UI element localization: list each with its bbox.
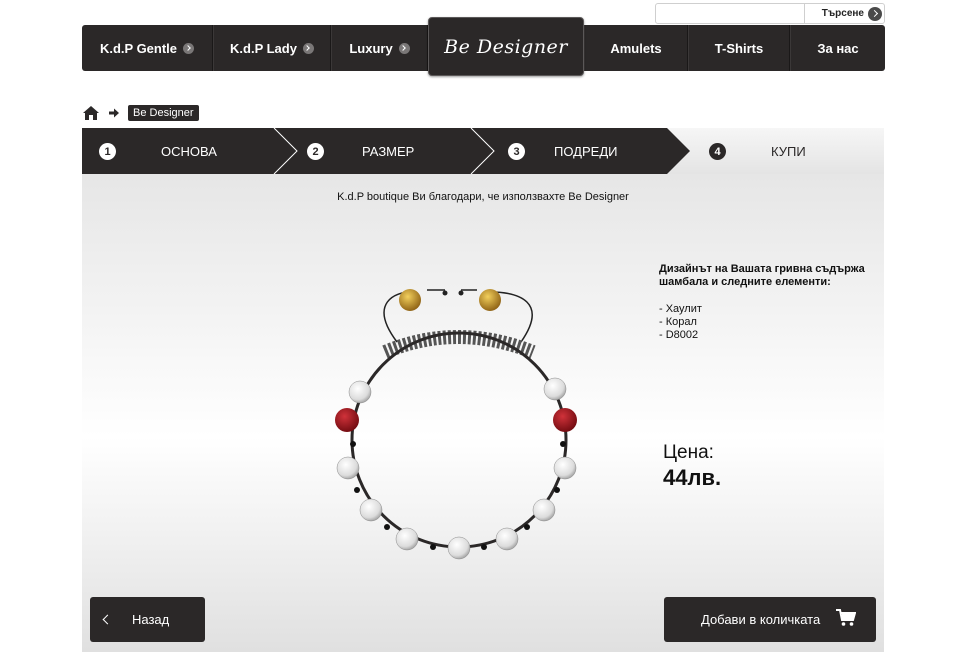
nav-item-label: За нас (817, 40, 859, 56)
gold-bead (479, 289, 501, 311)
be-designer-logo: Be Designer (444, 35, 568, 58)
nav-item-tshirts[interactable]: T-Shirts (688, 25, 790, 71)
nav-item-lady[interactable]: K.d.P Lady (213, 25, 331, 71)
thanks-text: K.d.P boutique Ви благодари, че използва… (337, 191, 629, 203)
back-button[interactable]: Назад (90, 597, 205, 642)
step-size[interactable]: 2 РАЗМЕР (280, 128, 477, 174)
step-base[interactable]: 1 ОСНОВА (82, 128, 280, 174)
price-label: Цена: (663, 442, 714, 463)
howlite-bead (553, 456, 577, 480)
nav-item-label: T-Shirts (714, 40, 764, 56)
step-number: 3 (508, 143, 525, 160)
description-title: Дизайнът на Вашата гривна съдържа шамбал… (659, 263, 865, 288)
step-label: ОСНОВА (161, 144, 217, 159)
step-arrange[interactable]: 3 ПОДРЕДИ (477, 128, 673, 174)
elements-list: - Хаулит - Корал - D8002 (659, 303, 874, 342)
bracelet-image (335, 289, 577, 560)
add-to-cart-label: Добави в количката (701, 612, 821, 627)
list-item: - Хаулит (659, 303, 702, 315)
nav-item-amulets[interactable]: Amulets (584, 25, 688, 71)
add-to-cart-button[interactable]: Добави в количката (664, 597, 876, 642)
arrow-circle-icon (302, 42, 314, 54)
coral-bead (553, 408, 577, 432)
arrow-circle-icon (183, 42, 195, 54)
back-button-label: Назад (132, 612, 170, 627)
nav-item-gentle[interactable]: K.d.P Gentle (82, 25, 213, 71)
howlite-bead (447, 536, 471, 560)
howlite-bead (348, 380, 372, 404)
howlite-bead (495, 527, 519, 551)
design-description: Дизайнът на Вашата гривна съдържа шамбал… (659, 263, 874, 342)
gold-bead (399, 289, 421, 311)
list-item: - D8002 (659, 329, 699, 341)
step-buy[interactable]: 4 КУПИ (673, 128, 884, 174)
nav-item-label: Luxury (349, 40, 393, 56)
step-label: ПОДРЕДИ (554, 144, 618, 159)
search-box: Търсене (655, 3, 885, 24)
nav-item-luxury[interactable]: Luxury (331, 25, 428, 71)
chevron-left-icon (102, 614, 113, 625)
search-button[interactable]: Търсене (804, 4, 885, 23)
breadcrumb-current[interactable]: Be Designer (128, 105, 199, 121)
price-value: 44лв. (663, 465, 722, 490)
coral-bead (335, 408, 359, 432)
howlite-bead (395, 527, 419, 551)
steps-bar: 1 ОСНОВА 2 РАЗМЕР 3 ПОДРЕДИ 4 КУПИ (82, 128, 884, 174)
search-input[interactable] (658, 6, 804, 21)
step-label: КУПИ (771, 144, 806, 159)
nav-item-label: K.d.P Lady (230, 40, 297, 56)
howlite-bead (543, 377, 567, 401)
cart-icon (836, 609, 856, 626)
nav-item-about[interactable]: За нас (790, 25, 885, 71)
step-number: 2 (307, 143, 324, 160)
nav-item-label: Amulets (610, 40, 662, 56)
home-icon[interactable] (82, 105, 100, 121)
list-item: - Корал (659, 316, 697, 328)
step-label: РАЗМЕР (362, 144, 415, 159)
howlite-bead (359, 498, 383, 522)
arrow-right-icon (109, 108, 119, 118)
nav-item-label: K.d.P Gentle (99, 40, 178, 56)
step-number: 4 (709, 143, 726, 160)
main-panel: K.d.P boutique Ви благодари, че използва… (82, 174, 884, 652)
howlite-bead (336, 456, 360, 480)
howlite-bead (532, 498, 556, 522)
nav-item-be-designer[interactable]: Be Designer (428, 17, 584, 76)
breadcrumb: Be Designer (82, 103, 199, 123)
arrow-circle-icon (398, 42, 410, 54)
step-number: 1 (99, 143, 116, 160)
search-button-label: Търсене (821, 8, 864, 19)
arrow-circle-icon (868, 6, 882, 21)
